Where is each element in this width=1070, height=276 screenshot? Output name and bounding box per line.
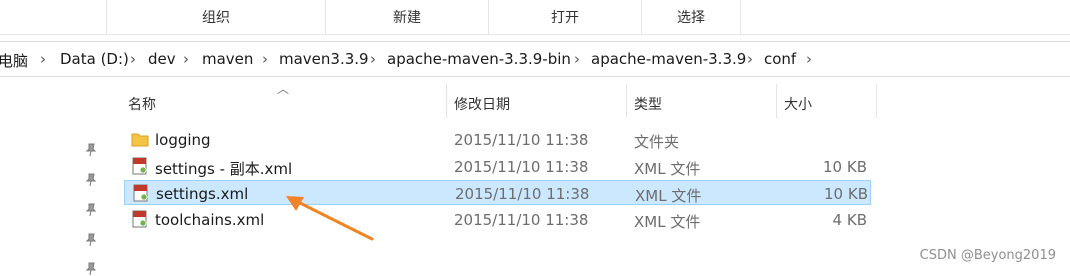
file-type: XML 文件 (635, 187, 702, 205)
file-type: XML 文件 (634, 213, 701, 231)
column-divider[interactable] (446, 84, 447, 118)
chevron-right-icon[interactable]: › (747, 50, 753, 68)
file-row-selected[interactable]: settings.xml 2015/11/10 11:38 XML 文件 10 … (124, 180, 871, 205)
breadcrumb-item[interactable]: maven (202, 50, 253, 68)
pin-icon[interactable] (84, 233, 98, 247)
ribbon-tab-label: 打开 (551, 10, 579, 26)
file-name: settings.xml (156, 185, 249, 203)
file-date: 2015/11/10 11:38 (455, 185, 590, 203)
annotation-arrow-icon (286, 196, 374, 241)
file-type: XML 文件 (634, 160, 701, 178)
ribbon-tab-label: 组织 (202, 10, 230, 26)
ribbon: 组织 新建 打开 选择 (0, 0, 1070, 35)
file-size: 10 KB (823, 158, 867, 176)
pin-icon[interactable] (84, 262, 98, 276)
pin-icon[interactable] (84, 143, 98, 157)
column-header-name[interactable]: 名称 (128, 94, 156, 114)
watermark: CSDN @Beyong2019 (919, 248, 1056, 263)
ribbon-tab-open[interactable]: 打开 (488, 0, 641, 34)
sort-ascending-icon: ︿ (277, 82, 290, 96)
xml-file-icon (132, 157, 147, 175)
chevron-right-icon[interactable]: › (574, 50, 580, 68)
breadcrumb-item[interactable]: Data (D:) (60, 50, 129, 68)
address-bar[interactable]: 电脑 › Data (D:) › dev › maven › maven3.3.… (0, 41, 1070, 77)
file-date: 2015/11/10 11:38 (454, 131, 589, 149)
folder-icon (131, 133, 149, 147)
chevron-right-icon[interactable]: › (806, 50, 812, 68)
column-divider[interactable] (626, 84, 627, 118)
column-divider[interactable] (876, 84, 877, 118)
file-name: settings - 副本.xml (155, 160, 293, 178)
pin-icon[interactable] (84, 173, 98, 187)
chevron-right-icon[interactable]: › (370, 50, 376, 68)
breadcrumb-item[interactable]: apache-maven-3.3.9-bin (387, 50, 571, 68)
file-date: 2015/11/10 11:38 (454, 158, 589, 176)
file-size: 10 KB (824, 185, 868, 203)
ribbon-tab-organize[interactable]: 组织 (106, 0, 325, 34)
file-row[interactable]: logging 2015/11/10 11:38 文件夹 (124, 127, 871, 152)
file-date: 2015/11/10 11:38 (454, 211, 589, 229)
chevron-right-icon[interactable]: › (183, 50, 189, 68)
pin-icon[interactable] (84, 203, 98, 217)
ribbon-tab-select[interactable]: 选择 (641, 0, 741, 34)
chevron-right-icon[interactable]: › (40, 50, 46, 68)
column-divider[interactable] (776, 84, 777, 118)
breadcrumb-item[interactable]: dev (148, 50, 176, 68)
ribbon-tab-label: 新建 (393, 10, 421, 26)
breadcrumb-item[interactable]: 电脑 (0, 50, 28, 71)
ribbon-tab-label: 选择 (677, 10, 705, 26)
xml-file-icon (132, 210, 147, 228)
file-type: 文件夹 (634, 133, 680, 151)
breadcrumb-item[interactable]: maven3.3.9 (279, 50, 369, 68)
file-size: 4 KB (832, 211, 867, 229)
column-header-date[interactable]: 修改日期 (454, 94, 510, 114)
file-name: toolchains.xml (155, 211, 265, 229)
breadcrumb-item[interactable]: apache-maven-3.3.9 (591, 50, 746, 68)
column-header-size[interactable]: 大小 (784, 94, 812, 114)
column-header-type[interactable]: 类型 (634, 94, 662, 114)
chevron-right-icon[interactable]: › (130, 50, 136, 68)
xml-file-icon (133, 184, 148, 202)
file-name: logging (155, 131, 211, 149)
file-row[interactable]: settings - 副本.xml 2015/11/10 11:38 XML 文… (124, 154, 871, 179)
ribbon-tab-new[interactable]: 新建 (325, 0, 488, 34)
breadcrumb-item[interactable]: conf (764, 50, 796, 68)
chevron-right-icon[interactable]: › (262, 50, 268, 68)
file-row[interactable]: toolchains.xml 2015/11/10 11:38 XML 文件 4… (124, 207, 871, 232)
